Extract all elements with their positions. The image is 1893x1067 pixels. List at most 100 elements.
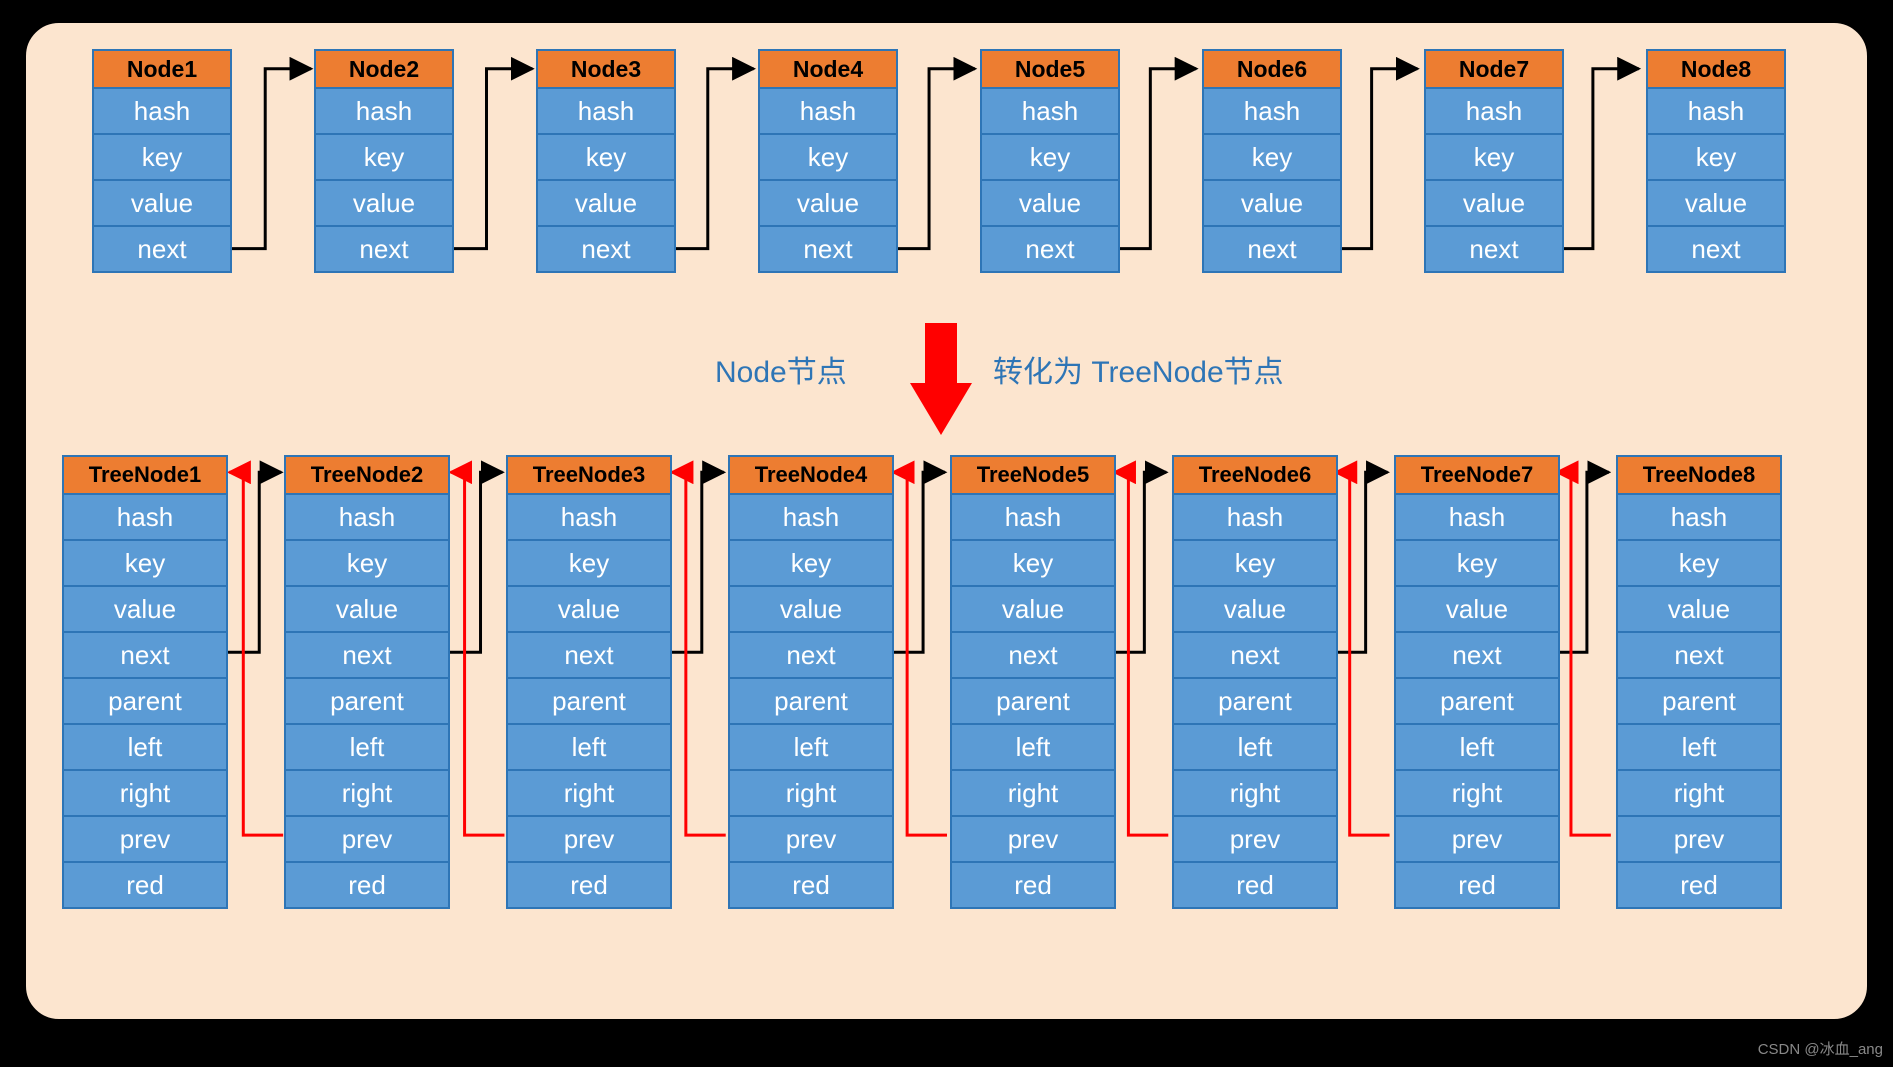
node-field-key: key — [314, 135, 454, 181]
treenode-field-right: right — [284, 771, 450, 817]
node-field-value: value — [980, 181, 1120, 227]
node-field-value: value — [536, 181, 676, 227]
treenode-field-value: value — [1172, 587, 1338, 633]
treenode-field-next: next — [506, 633, 672, 679]
node-row: Node1 hash key value next Node2 hash key… — [92, 49, 1786, 273]
treenode-field-prev: prev — [284, 817, 450, 863]
treenode-field-key: key — [1172, 541, 1338, 587]
treenode-1: TreeNode1 hash key value next parent lef… — [62, 455, 228, 909]
treenode-field-key: key — [62, 541, 228, 587]
treenode-field-next: next — [728, 633, 894, 679]
node-field-hash: hash — [1424, 89, 1564, 135]
treenode-title: TreeNode5 — [950, 455, 1116, 495]
node-field-value: value — [1202, 181, 1342, 227]
node-field-value: value — [314, 181, 454, 227]
node-title: Node6 — [1202, 49, 1342, 89]
node-field-key: key — [536, 135, 676, 181]
node-field-next: next — [1646, 227, 1786, 273]
node-field-key: key — [758, 135, 898, 181]
treenode-field-red: red — [1172, 863, 1338, 909]
treenode-field-prev: prev — [506, 817, 672, 863]
treenode-field-red: red — [1616, 863, 1782, 909]
treenode-5: TreeNode5 hash key value next parent lef… — [950, 455, 1116, 909]
node-field-next: next — [980, 227, 1120, 273]
node-1: Node1 hash key value next — [92, 49, 232, 273]
treenode-field-value: value — [950, 587, 1116, 633]
treenode-field-prev: prev — [950, 817, 1116, 863]
treenode-title: TreeNode6 — [1172, 455, 1338, 495]
treenode-field-red: red — [284, 863, 450, 909]
node-field-next: next — [1424, 227, 1564, 273]
treenode-field-hash: hash — [1616, 495, 1782, 541]
node-field-next: next — [1202, 227, 1342, 273]
transform-caption-left: Node节点 — [715, 347, 847, 391]
treenode-field-red: red — [506, 863, 672, 909]
node-field-next: next — [314, 227, 454, 273]
transform-caption-right: 转化为 TreeNode节点 — [993, 347, 1284, 391]
treenode-field-parent: parent — [506, 679, 672, 725]
treenode-field-right: right — [1394, 771, 1560, 817]
treenode-field-red: red — [950, 863, 1116, 909]
treenode-field-parent: parent — [1172, 679, 1338, 725]
treenode-field-next: next — [284, 633, 450, 679]
node-field-next: next — [758, 227, 898, 273]
treenode-field-left: left — [728, 725, 894, 771]
node-field-value: value — [758, 181, 898, 227]
treenode-field-left: left — [62, 725, 228, 771]
treenode-field-key: key — [950, 541, 1116, 587]
treenode-field-right: right — [950, 771, 1116, 817]
node-field-key: key — [1202, 135, 1342, 181]
treenode-title: TreeNode8 — [1616, 455, 1782, 495]
treenode-8: TreeNode8 hash key value next parent lef… — [1616, 455, 1782, 909]
node-field-hash: hash — [1646, 89, 1786, 135]
treenode-field-right: right — [728, 771, 894, 817]
node-field-value: value — [1646, 181, 1786, 227]
treenode-field-next: next — [62, 633, 228, 679]
treenode-field-prev: prev — [1394, 817, 1560, 863]
treenode-field-hash: hash — [506, 495, 672, 541]
treenode-field-prev: prev — [728, 817, 894, 863]
treenode-field-key: key — [506, 541, 672, 587]
treenode-field-parent: parent — [728, 679, 894, 725]
treenode-field-key: key — [1394, 541, 1560, 587]
treenode-field-next: next — [1172, 633, 1338, 679]
treenode-7: TreeNode7 hash key value next parent lef… — [1394, 455, 1560, 909]
treenode-field-value: value — [1394, 587, 1560, 633]
node-field-hash: hash — [92, 89, 232, 135]
treenode-field-hash: hash — [284, 495, 450, 541]
node-title: Node4 — [758, 49, 898, 89]
treenode-title: TreeNode7 — [1394, 455, 1560, 495]
treenode-field-hash: hash — [1172, 495, 1338, 541]
node-field-hash: hash — [980, 89, 1120, 135]
node-field-key: key — [1646, 135, 1786, 181]
treenode-3: TreeNode3 hash key value next parent lef… — [506, 455, 672, 909]
node-title: Node3 — [536, 49, 676, 89]
treenode-title: TreeNode1 — [62, 455, 228, 495]
treenode-field-hash: hash — [950, 495, 1116, 541]
node-field-hash: hash — [314, 89, 454, 135]
treenode-field-next: next — [1616, 633, 1782, 679]
treenode-field-value: value — [728, 587, 894, 633]
diagram-canvas: Node1 hash key value next Node2 hash key… — [23, 20, 1870, 1022]
treenode-row: TreeNode1 hash key value next parent lef… — [62, 455, 1782, 909]
node-field-hash: hash — [536, 89, 676, 135]
treenode-field-red: red — [728, 863, 894, 909]
node-8: Node8 hash key value next — [1646, 49, 1786, 273]
treenode-field-value: value — [62, 587, 228, 633]
node-field-key: key — [92, 135, 232, 181]
treenode-field-right: right — [506, 771, 672, 817]
node-5: Node5 hash key value next — [980, 49, 1120, 273]
treenode-field-value: value — [506, 587, 672, 633]
treenode-field-value: value — [1616, 587, 1782, 633]
node-field-hash: hash — [758, 89, 898, 135]
treenode-field-parent: parent — [1394, 679, 1560, 725]
treenode-field-left: left — [950, 725, 1116, 771]
treenode-6: TreeNode6 hash key value next parent lef… — [1172, 455, 1338, 909]
node-6: Node6 hash key value next — [1202, 49, 1342, 273]
treenode-field-right: right — [1172, 771, 1338, 817]
node-field-key: key — [1424, 135, 1564, 181]
node-field-next: next — [536, 227, 676, 273]
treenode-field-red: red — [1394, 863, 1560, 909]
treenode-title: TreeNode3 — [506, 455, 672, 495]
treenode-field-key: key — [284, 541, 450, 587]
